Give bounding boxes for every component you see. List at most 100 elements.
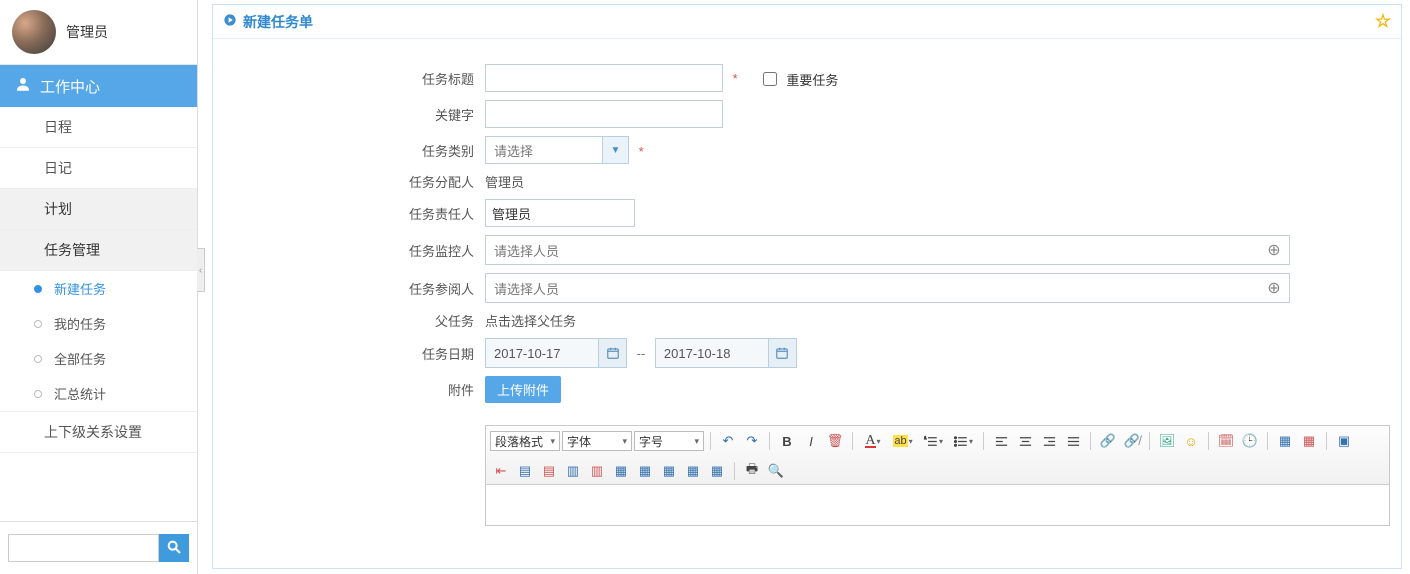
clear-format-icon[interactable]: 🗑 xyxy=(824,430,846,452)
responsible-value: 管理员 xyxy=(492,204,531,223)
bullet-icon xyxy=(34,320,42,328)
align-right-icon[interactable] xyxy=(1038,430,1060,452)
subnav-new-task[interactable]: 新建任务 xyxy=(0,271,197,306)
date-insert-icon[interactable]: 🗓 xyxy=(1215,430,1237,452)
important-label: 重要任务 xyxy=(786,70,838,89)
form-area: 任务标题 * 重要任务 关键字 xyxy=(213,39,1401,543)
undo-icon[interactable]: ↶ xyxy=(717,430,739,452)
ordered-list-icon[interactable]: 1▾ xyxy=(919,430,947,452)
nav-section-work-center[interactable]: 工作中心 xyxy=(0,65,197,107)
subnav-label: 新建任务 xyxy=(54,279,106,298)
bold-icon[interactable]: B xyxy=(776,430,798,452)
calendar-icon[interactable] xyxy=(768,339,796,367)
label-dates: 任务日期 xyxy=(223,337,484,369)
subnav-my-tasks[interactable]: 我的任务 xyxy=(0,306,197,341)
delete-col-icon[interactable]: ▦ xyxy=(682,460,704,482)
nav-item-plan[interactable]: 计划 xyxy=(0,189,197,230)
font-size-select[interactable]: 字号▾ xyxy=(634,431,704,451)
nav-item-hierarchy[interactable]: 上下级关系设置 xyxy=(0,412,197,453)
merge-cells-icon[interactable]: ▦ xyxy=(610,460,632,482)
responsible-field[interactable]: 管理员 xyxy=(485,199,635,227)
category-select-text: 请选择 xyxy=(486,137,602,163)
insert-row-after-icon[interactable]: ▤ xyxy=(538,460,560,482)
preview-icon[interactable]: 🔍 xyxy=(765,460,787,482)
svg-text:1: 1 xyxy=(924,436,926,440)
editor-body[interactable] xyxy=(486,485,1389,525)
upload-button[interactable]: 上传附件 xyxy=(485,376,561,403)
font-family-select[interactable]: 字体▾ xyxy=(562,431,632,451)
align-center-icon[interactable] xyxy=(1014,430,1036,452)
start-date-value: 2017-10-17 xyxy=(486,339,598,367)
delete-row-icon[interactable]: ▦ xyxy=(658,460,680,482)
required-marker: * xyxy=(639,144,644,159)
insert-col-before-icon[interactable]: ▥ xyxy=(562,460,584,482)
panel-title: 新建任务单 xyxy=(243,12,313,32)
avatar xyxy=(12,10,56,54)
keyword-input[interactable] xyxy=(485,100,723,128)
paragraph-format-select[interactable]: 段落格式▾ xyxy=(490,431,560,451)
rich-text-editor: 段落格式▾ 字体▾ 字号▾ ↶ ↷ xyxy=(485,425,1390,526)
label-assigner: 任务分配人 xyxy=(223,171,484,192)
subnav-all-tasks[interactable]: 全部任务 xyxy=(0,341,197,376)
task-title-input[interactable] xyxy=(485,64,723,92)
bullet-icon xyxy=(34,390,42,398)
nav-list: 日程 日记 计划 任务管理 xyxy=(0,107,197,271)
table-icon[interactable]: ▦ xyxy=(1274,430,1296,452)
label-responsible: 任务责任人 xyxy=(223,198,484,228)
image-icon[interactable]: 🖼 xyxy=(1156,430,1178,452)
important-checkbox[interactable] xyxy=(763,72,777,86)
unlink-icon[interactable]: 🔗̸ xyxy=(1121,430,1143,452)
parent-task-link[interactable]: 点击选择父任务 xyxy=(485,314,576,329)
search-icon xyxy=(166,539,182,558)
sidebar: ‹ 管理员 工作中心 日程 日记 计划 任务管理 新建任务 我的任务 全部任务 … xyxy=(0,0,198,574)
sidebar-search-bar xyxy=(0,521,197,574)
chevron-down-icon: ▼ xyxy=(602,137,628,163)
user-icon xyxy=(14,75,32,97)
label-parent: 父任务 xyxy=(223,310,484,331)
favorite-star-icon[interactable]: ☆ xyxy=(1375,11,1391,32)
nav-item-diary[interactable]: 日记 xyxy=(0,148,197,189)
form-table: 任务标题 * 重要任务 关键字 xyxy=(223,57,1391,533)
label-keyword: 关键字 xyxy=(223,99,484,129)
category-select[interactable]: 请选择 ▼ xyxy=(485,136,629,164)
end-date-value: 2017-10-18 xyxy=(656,339,768,367)
align-left-icon[interactable] xyxy=(990,430,1012,452)
italic-icon[interactable]: I xyxy=(800,430,822,452)
search-input[interactable] xyxy=(8,534,159,562)
label-category: 任务类别 xyxy=(223,135,484,165)
subnav-summary[interactable]: 汇总统计 xyxy=(0,376,197,411)
search-button[interactable] xyxy=(159,534,189,562)
label-reviewer: 任务参阅人 xyxy=(223,272,484,304)
print-icon[interactable]: 🖶 xyxy=(741,460,763,482)
add-person-icon[interactable] xyxy=(1259,274,1289,302)
panel-header: 新建任务单 ☆ xyxy=(213,5,1401,39)
highlight-icon[interactable]: ab▾ xyxy=(889,430,917,452)
reviewer-picker[interactable]: 请选择人员 xyxy=(485,273,1290,303)
user-name: 管理员 xyxy=(66,22,108,42)
font-family-label: 字体 xyxy=(567,433,591,450)
label-title: 任务标题 xyxy=(223,63,484,93)
supervisor-picker[interactable]: 请选择人员 xyxy=(485,235,1290,265)
paragraph-format-label: 段落格式 xyxy=(495,433,543,450)
fullscreen-icon[interactable]: ▣ xyxy=(1333,430,1355,452)
calendar-icon[interactable] xyxy=(598,339,626,367)
table-props-icon[interactable]: ▦ xyxy=(706,460,728,482)
font-color-icon[interactable]: A▾ xyxy=(859,430,887,452)
split-cells-icon[interactable]: ▦ xyxy=(634,460,656,482)
insert-row-before-icon[interactable]: ▤ xyxy=(514,460,536,482)
tb-indent-left-icon[interactable]: ⇤ xyxy=(490,460,512,482)
start-date-input[interactable]: 2017-10-17 xyxy=(485,338,627,368)
redo-icon[interactable]: ↷ xyxy=(741,430,763,452)
nav-item-schedule[interactable]: 日程 xyxy=(0,107,197,148)
end-date-input[interactable]: 2017-10-18 xyxy=(655,338,797,368)
unordered-list-icon[interactable]: ▾ xyxy=(949,430,977,452)
time-insert-icon[interactable]: 🕒 xyxy=(1239,430,1261,452)
align-justify-icon[interactable] xyxy=(1062,430,1084,452)
add-person-icon[interactable] xyxy=(1259,236,1289,264)
sidebar-collapse-handle[interactable]: ‹ xyxy=(197,248,205,292)
nav-item-task-mgmt[interactable]: 任务管理 xyxy=(0,230,197,271)
table-delete-icon[interactable]: ▦ xyxy=(1298,430,1320,452)
insert-col-after-icon[interactable]: ▥ xyxy=(586,460,608,482)
emoji-icon[interactable]: ☺ xyxy=(1180,430,1202,452)
link-icon[interactable]: 🔗 xyxy=(1097,430,1119,452)
